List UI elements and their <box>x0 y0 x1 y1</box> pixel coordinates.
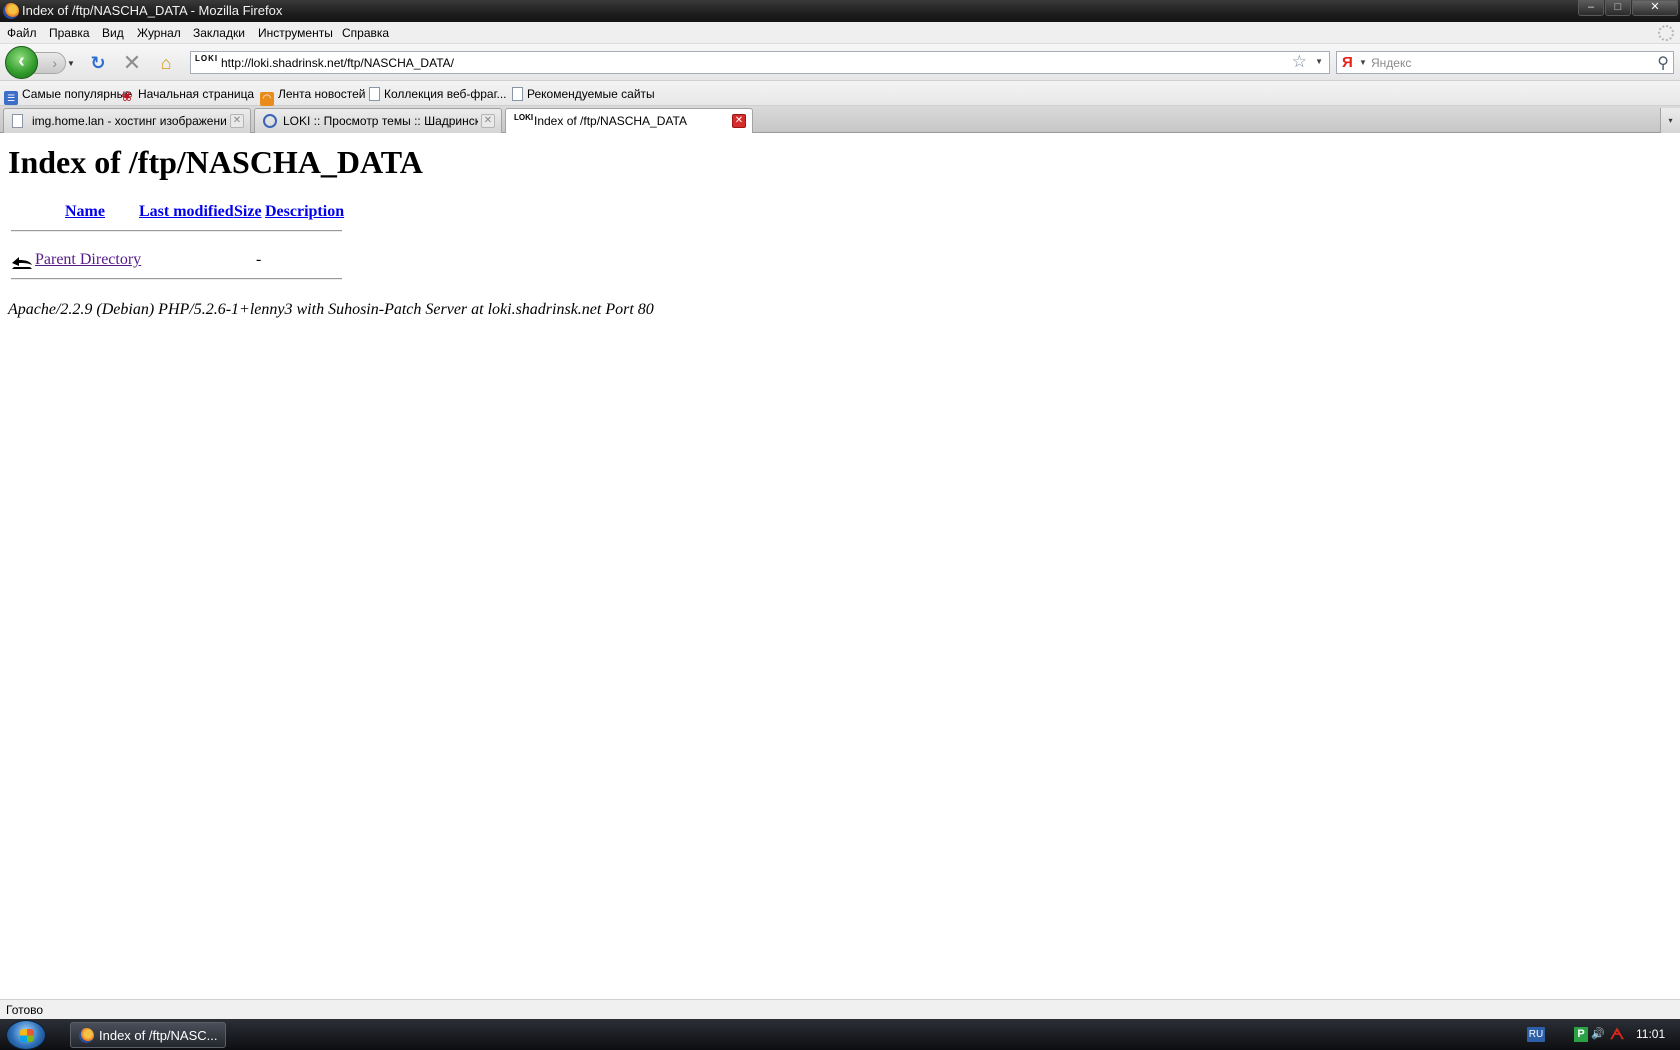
page-icon <box>369 87 380 101</box>
bookmark-start-page[interactable]: ❀ Начальная страница <box>120 87 254 103</box>
bookmark-star-icon[interactable]: ☆ <box>1292 52 1307 72</box>
column-last-modified-link[interactable]: Last modified <box>139 203 234 221</box>
column-description-link[interactable]: Description <box>265 203 344 221</box>
history-dropdown-icon[interactable]: ▼ <box>67 59 75 68</box>
page-content: Index of /ftp/NASCHA_DATA Name Last modi… <box>0 133 1680 999</box>
start-button[interactable] <box>6 1020 46 1050</box>
popular-icon: ☰ <box>4 91 18 105</box>
antivirus-icon[interactable]: ᗅ <box>1610 1027 1624 1042</box>
start-page-icon: ❀ <box>121 88 133 104</box>
all-tabs-button[interactable]: ▾ <box>1660 108 1680 133</box>
divider <box>11 230 342 232</box>
taskbar-button-label: Index of /ftp/NASC... <box>99 1028 218 1043</box>
tab-loki-forum[interactable]: LOKI :: Просмотр темы :: Шадрински... ✕ <box>254 108 502 133</box>
reload-icon[interactable]: ↻ <box>88 53 108 73</box>
menu-view[interactable]: Вид <box>102 26 124 40</box>
bookmark-label: Начальная страница <box>138 87 255 101</box>
forum-icon <box>263 114 277 128</box>
language-indicator[interactable]: RU <box>1527 1027 1545 1042</box>
tab-label: img.home.lan - хостинг изображений <box>32 114 227 128</box>
url-dropdown-icon[interactable]: ▼ <box>1315 57 1323 66</box>
close-window-button[interactable]: ✕ <box>1632 0 1678 16</box>
window-controls: – □ ✕ <box>1577 0 1678 18</box>
tab-strip: img.home.lan - хостинг изображений ✕ LOK… <box>0 106 1680 134</box>
firefox-logo-icon <box>3 3 19 19</box>
status-bar: Готово <box>0 999 1680 1019</box>
menu-bar: Файл Правка Вид Журнал Закладки Инструме… <box>0 22 1680 44</box>
engine-dropdown-icon[interactable]: ▼ <box>1359 58 1367 67</box>
menu-help[interactable]: Справка <box>342 26 389 40</box>
tab-label: Index of /ftp/NASCHA_DATA <box>534 114 687 128</box>
tab-close-icon[interactable]: ✕ <box>481 114 495 128</box>
url-input[interactable]: http://loki.shadrinsk.net/ftp/NASCHA_DAT… <box>221 56 454 70</box>
yandex-engine-icon[interactable]: Я <box>1342 54 1353 71</box>
search-go-icon[interactable]: ⚲ <box>1657 53 1669 73</box>
column-size-link[interactable]: Size <box>234 203 262 221</box>
minimize-button[interactable]: – <box>1578 0 1604 16</box>
parent-size: - <box>256 251 262 268</box>
status-text: Готово <box>6 1003 44 1017</box>
back-button[interactable]: ‹ <box>5 46 38 79</box>
menu-file[interactable]: Файл <box>7 26 37 40</box>
volume-icon[interactable]: 🔊 <box>1591 1027 1605 1042</box>
tab-close-icon[interactable]: ✕ <box>230 114 244 128</box>
tab-label: LOKI :: Просмотр темы :: Шадрински... <box>283 114 478 128</box>
throbber-icon <box>1658 25 1674 41</box>
window-title-bar[interactable]: Index of /ftp/NASCHA_DATA - Mozilla Fire… <box>0 0 1680 22</box>
bookmark-popular[interactable]: ☰ Самые популярные <box>4 87 132 105</box>
page-heading: Index of /ftp/NASCHA_DATA <box>8 144 423 180</box>
menu-edit[interactable]: Правка <box>49 26 90 40</box>
loki-icon: LOKI <box>514 113 534 122</box>
tab-close-icon[interactable]: ✕ <box>732 114 746 128</box>
forward-button[interactable]: › <box>34 52 66 74</box>
search-input[interactable] <box>1371 54 1641 71</box>
menu-bookmarks[interactable]: Закладки <box>193 26 245 40</box>
bookmark-web-slices[interactable]: Коллекция веб-фраг... <box>369 87 507 101</box>
tab-index-nascha-data[interactable]: LOKI Index of /ftp/NASCHA_DATA ✕ <box>505 108 753 134</box>
bookmark-label: Рекомендуемые сайты <box>527 87 655 101</box>
taskbar-firefox-button[interactable]: Index of /ftp/NASC... <box>70 1022 226 1048</box>
navigation-toolbar: › ‹ ▼ ↻ ✕ ⌂ LOKI http://loki.shadrinsk.n… <box>0 44 1680 81</box>
site-identity-icon[interactable]: LOKI <box>195 55 217 71</box>
divider <box>11 278 342 280</box>
clock[interactable]: 11:01 <box>1636 1027 1665 1050</box>
rss-icon: ◠ <box>260 92 274 106</box>
menu-tools[interactable]: Инструменты <box>258 26 333 40</box>
column-name-link[interactable]: Name <box>65 203 105 221</box>
url-bar[interactable]: LOKI http://loki.shadrinsk.net/ftp/NASCH… <box>190 51 1330 74</box>
tab-img-hosting[interactable]: img.home.lan - хостинг изображений ✕ <box>3 108 251 133</box>
server-signature: Apache/2.2.9 (Debian) PHP/5.2.6-1+lenny3… <box>8 301 654 318</box>
firefox-icon <box>79 1028 94 1043</box>
bookmarks-toolbar: ☰ Самые популярные ❀ Начальная страница ◠ Л… <box>0 81 1680 106</box>
taskbar: Index of /ftp/NASC... RU P 🔊 ᗅ 11:01 <box>0 1019 1680 1050</box>
maximize-button[interactable]: □ <box>1605 0 1631 16</box>
tray-p-icon[interactable]: P <box>1574 1027 1588 1042</box>
search-bar[interactable]: Я ▼ ⚲ <box>1336 51 1674 74</box>
back-arrow-icon <box>12 257 32 269</box>
menu-history[interactable]: Журнал <box>137 26 181 40</box>
home-icon[interactable]: ⌂ <box>156 53 176 73</box>
parent-directory-link[interactable]: Parent Directory <box>35 251 141 269</box>
page-icon <box>512 87 523 101</box>
bookmark-news-feed[interactable]: ◠ Лента новостей <box>260 87 366 106</box>
window-title: Index of /ftp/NASCHA_DATA - Mozilla Fire… <box>22 3 283 18</box>
page-icon <box>12 114 23 128</box>
bookmark-recommended[interactable]: Рекомендуемые сайты <box>512 87 655 101</box>
bookmark-label: Коллекция веб-фраг... <box>384 87 507 101</box>
bookmark-label: Самые популярные <box>22 87 132 101</box>
bookmark-label: Лента новостей <box>278 87 366 101</box>
stop-icon[interactable]: ✕ <box>122 52 142 74</box>
